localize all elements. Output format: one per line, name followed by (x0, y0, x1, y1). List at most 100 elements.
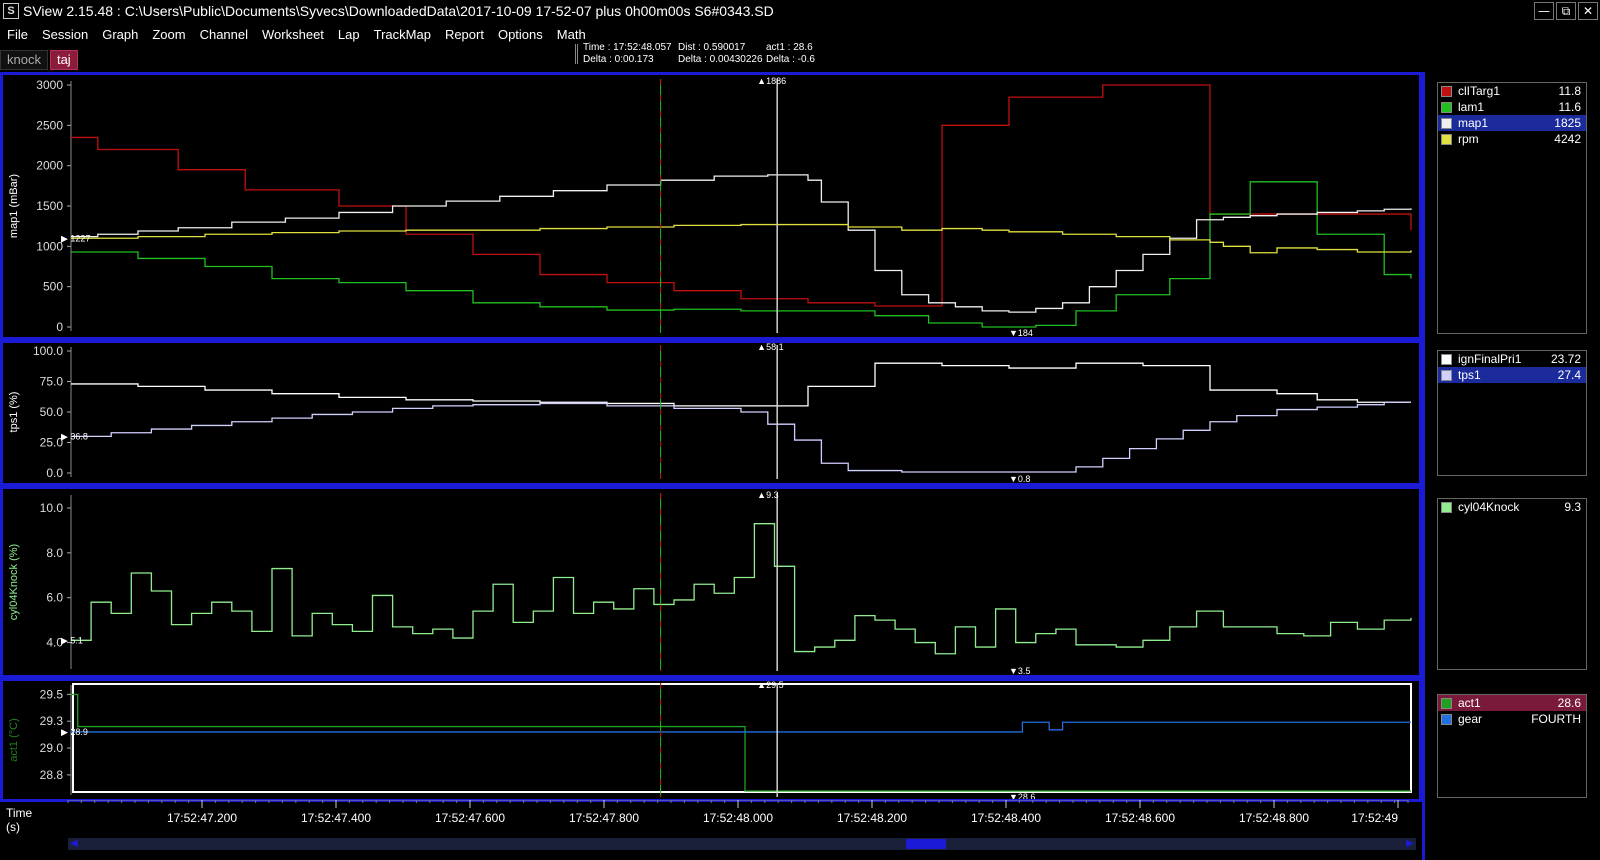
menu-math[interactable]: Math (550, 27, 593, 42)
min-marker: ▼184 (1009, 328, 1033, 337)
y-tick-label: 29.3 (40, 714, 64, 728)
cursor-dist: Dist : 0.590017 (678, 42, 746, 53)
y-axis-label: tps1 (%) (8, 392, 20, 433)
y-tick-label: 25.0 (40, 436, 64, 450)
cursor-channel-delta: Delta : -0.6 (766, 54, 815, 65)
legend-value: 28.6 (1557, 696, 1581, 710)
tab-taj[interactable]: taj (49, 50, 78, 70)
graph-panel-act[interactable]: 28.8 29.0 29.3 29.5 act1 (°C) ▲29.5 ▼28.6 ▶ 28.… (0, 678, 1422, 802)
legend-value: 4242 (1554, 132, 1581, 146)
y-tick-label: 6.0 (46, 591, 63, 605)
y-tick-label: 3000 (36, 78, 63, 92)
menu-worksheet[interactable]: Worksheet (255, 27, 331, 42)
menu-options[interactable]: Options (491, 27, 550, 42)
legend-value: 11.6 (1558, 100, 1581, 114)
y-tick-label: 1500 (36, 199, 63, 213)
scroll-thumb[interactable] (906, 839, 946, 849)
minimize-button[interactable]: — (1534, 2, 1554, 20)
cursor-time-delta: Delta : 0:00.173 (583, 54, 654, 65)
y-tick-label: 8.0 (46, 546, 63, 560)
y-tick-label: 10.0 (40, 501, 64, 515)
time-tick-label: 17:52:48.000 (703, 811, 773, 825)
graph-panel-map[interactable]: 0 500 1000 1500 2000 2500 3000 map1 (mBar) ▲1886… (0, 72, 1422, 340)
plot-act[interactable]: 28.8 29.0 29.3 29.5 act1 (°C) ▲29.5 ▼28.6 ▶ 28.… (3, 681, 1419, 799)
y-tick-label: 1000 (36, 239, 63, 253)
y-tick-label: 29.0 (40, 741, 64, 755)
legend-row-ignfinalpri1[interactable]: ignFinalPri1 23.72 (1438, 351, 1586, 367)
plot-knock[interactable]: 4.0 6.0 8.0 10.0 cyl04Knock (%) ▲9.3 ▼3.5 ▶ 5.1 (3, 489, 1419, 675)
menu-session[interactable]: Session (35, 27, 95, 42)
window-title: SView 2.15.48 : C:\Users\Public\Document… (23, 3, 774, 19)
app-icon: S (3, 3, 19, 19)
restore-button[interactable]: ⧉ (1556, 2, 1576, 20)
menu-lap[interactable]: Lap (331, 27, 367, 42)
legend-row-lam1[interactable]: lam1 11.6 (1438, 99, 1586, 115)
close-button[interactable]: ✕ (1578, 2, 1598, 20)
legend-tps: ignFinalPri1 23.72 tps1 27.4 (1437, 350, 1587, 476)
menu-report[interactable]: Report (438, 27, 491, 42)
scroll-right-arrow[interactable]: ▶ (1404, 838, 1416, 850)
legend-value: 1825 (1554, 116, 1581, 130)
plot-canvas-act: 28.8 29.0 29.3 29.5 act1 (°C) ▲29.5 ▼28.6 ▶ 28.… (8, 681, 1412, 799)
title-bar: S SView 2.15.48 : C:\Users\Public\Docume… (0, 0, 1600, 22)
legend-row-clitarg1[interactable]: clITarg1 11.8 (1438, 83, 1586, 99)
legend-value: 11.8 (1558, 84, 1581, 98)
menu-graph[interactable]: Graph (95, 27, 145, 42)
series-swatch (1441, 369, 1452, 381)
menu-channel[interactable]: Channel (193, 27, 255, 42)
legend-row-gear[interactable]: gear FOURTH (1438, 711, 1586, 727)
max-marker: ▲29.5 (757, 681, 783, 690)
legend-name: tps1 (1458, 368, 1481, 382)
legend-name: ignFinalPri1 (1458, 352, 1522, 366)
y-tick-label: 0 (56, 320, 63, 334)
y-axis-label: cyl04Knock (%) (8, 544, 20, 620)
menu-zoom[interactable]: Zoom (145, 27, 192, 42)
time-tick-label: 17:52:47.800 (569, 811, 639, 825)
min-marker: ▼3.5 (1009, 666, 1030, 675)
y-tick-label: 28.8 (40, 768, 64, 782)
window-controls: — ⧉ ✕ (1534, 2, 1598, 20)
start-marker: ▶ 1227 (61, 233, 90, 243)
y-tick-label: 29.5 (40, 687, 64, 701)
series-line-tps1 (71, 401, 1411, 473)
scroll-left-arrow[interactable]: ◀ (68, 838, 80, 850)
graph-panel-tps[interactable]: 0.0 25.0 50.0 75.0 100.0 tps1 (%) ▲58.1 ▼0.8 ▶ 3… (0, 340, 1422, 486)
cursor-dist-readout: Dist : 0.590017 Delta : 0.00430226 (678, 42, 763, 66)
legend-row-tps1[interactable]: tps1 27.4 (1438, 367, 1586, 383)
max-marker: ▲1886 (757, 76, 786, 86)
series-line-cyl04knock (71, 523, 1412, 655)
menu-file[interactable]: File (0, 27, 35, 42)
time-tick-label: 17:52:48.800 (1239, 811, 1309, 825)
legend-name: clITarg1 (1458, 84, 1501, 98)
start-marker: ▶ 36.8 (61, 431, 88, 441)
legend-value: 23.72 (1550, 352, 1581, 366)
legend-row-rpm[interactable]: rpm 4242 (1438, 131, 1586, 147)
legend-row-cyl04knock[interactable]: cyl04Knock 9.3 (1438, 499, 1586, 515)
time-axis-ticks: 17:52:47.200 17:52:47.400 17:52:47.600 17:5… (67, 800, 1409, 825)
y-tick-label: 100.0 (33, 344, 63, 358)
menu-trackmap[interactable]: TrackMap (367, 27, 438, 42)
legend-act: act1 28.6 gear FOURTH (1437, 694, 1587, 798)
series-swatch (1441, 133, 1452, 145)
y-axis-label: act1 (°C) (8, 718, 20, 762)
legend-name: cyl04Knock (1458, 500, 1520, 514)
min-marker: ▼0.8 (1009, 474, 1030, 483)
cursor-time: Time : 17:52:48.057 (583, 42, 672, 53)
plot-map[interactable]: 0 500 1000 1500 2000 2500 3000 map1 (mBar) ▲1886… (3, 75, 1419, 337)
time-tick-label: 17:52:48.600 (1105, 811, 1175, 825)
legend-row-act1[interactable]: act1 28.6 (1438, 695, 1586, 711)
graph-panel-knock[interactable]: 4.0 6.0 8.0 10.0 cyl04Knock (%) ▲9.3 ▼3.5 ▶ 5.1 (0, 486, 1422, 678)
legend-row-map1[interactable]: map1 1825 (1438, 115, 1586, 131)
plot-canvas-knock: 4.06.08.010.0cyl04Knock (%)▲9.3▼3.5▶ 5.1 (8, 490, 1412, 675)
act-plot-frame (72, 683, 1412, 793)
time-tick-label: 17:52:47.400 (301, 811, 371, 825)
time-scrollbar[interactable]: ◀ ▶ (68, 838, 1416, 850)
y-tick-label: 0.0 (46, 466, 63, 480)
legend-name: lam1 (1458, 100, 1485, 114)
series-swatch (1441, 117, 1452, 129)
worksheet-tabs: knock taj (0, 50, 78, 70)
tab-knock[interactable]: knock (0, 50, 48, 70)
legend-value: 27.4 (1557, 368, 1581, 382)
plot-tps[interactable]: 0.0 25.0 50.0 75.0 100.0 tps1 (%) ▲58.1 ▼0.8 ▶ 3… (3, 343, 1419, 483)
y-tick-label: 50.0 (40, 405, 64, 419)
